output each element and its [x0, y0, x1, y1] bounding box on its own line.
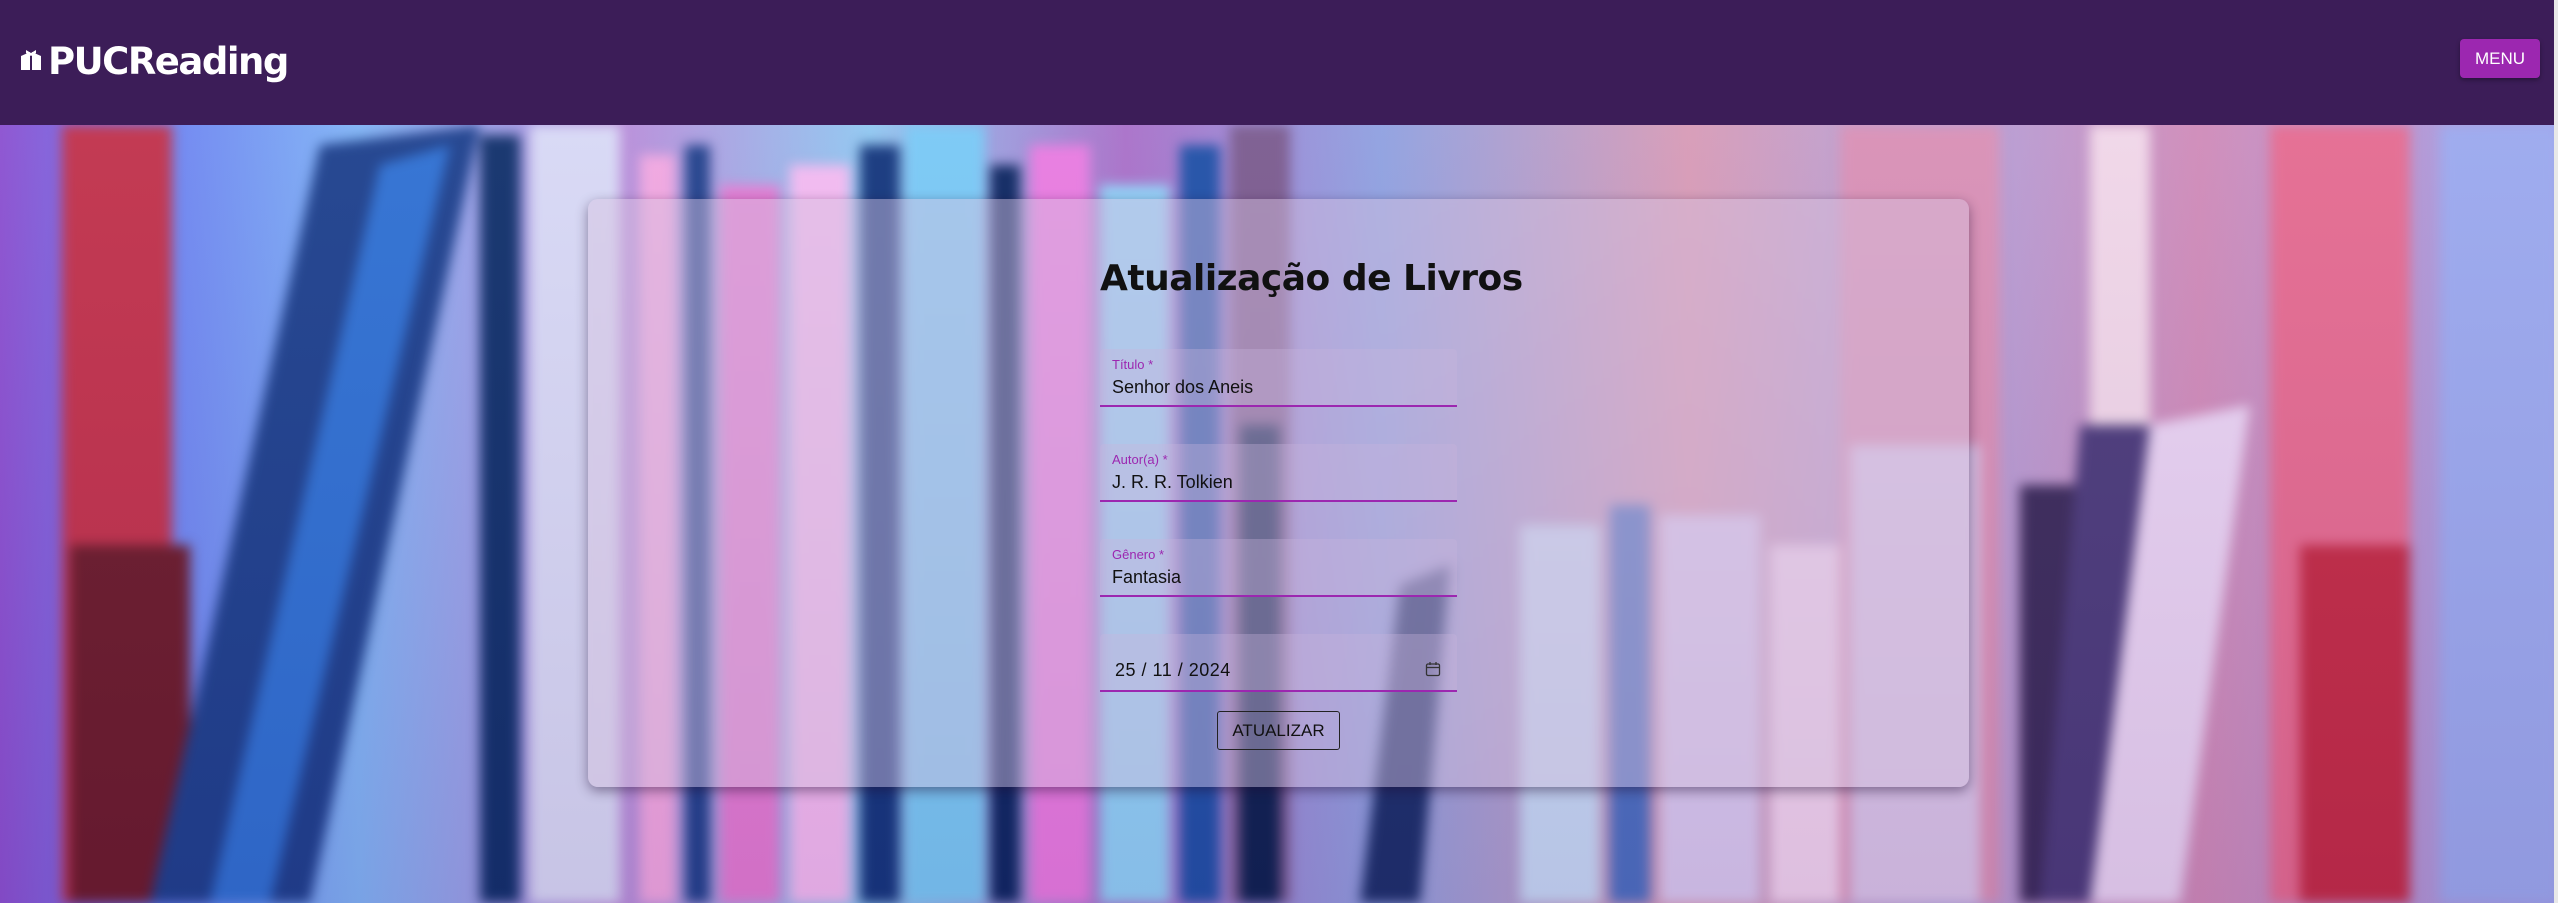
date-field[interactable]: 25 / 11 / 2024: [1100, 634, 1457, 692]
title-field-label: Título *: [1112, 357, 1154, 372]
update-button[interactable]: ATUALIZAR: [1217, 711, 1340, 750]
genre-field[interactable]: Gênero * Fantasia: [1100, 539, 1457, 597]
page-title: Atualização de Livros: [1100, 258, 1523, 299]
menu-button[interactable]: MENU: [2460, 39, 2540, 78]
author-field[interactable]: Autor(a) * J. R. R. Tolkien: [1100, 444, 1457, 502]
genre-field-value[interactable]: Fantasia: [1112, 567, 1181, 588]
book-open-icon: [21, 50, 41, 70]
genre-field-label: Gênero *: [1112, 547, 1165, 562]
author-field-label: Autor(a) *: [1112, 452, 1168, 467]
brand-name: PUCReading: [48, 39, 289, 83]
title-field[interactable]: Título * Senhor dos Aneis: [1100, 349, 1457, 407]
author-field-value[interactable]: J. R. R. Tolkien: [1112, 472, 1233, 493]
calendar-icon[interactable]: [1425, 661, 1441, 677]
scrollbar[interactable]: [2554, 0, 2558, 903]
app-header: PUCReading MENU: [0, 0, 2558, 125]
date-field-value[interactable]: 25 / 11 / 2024: [1115, 660, 1231, 681]
title-field-value[interactable]: Senhor dos Aneis: [1112, 377, 1253, 398]
brand-logo[interactable]: PUCReading: [18, 36, 289, 86]
